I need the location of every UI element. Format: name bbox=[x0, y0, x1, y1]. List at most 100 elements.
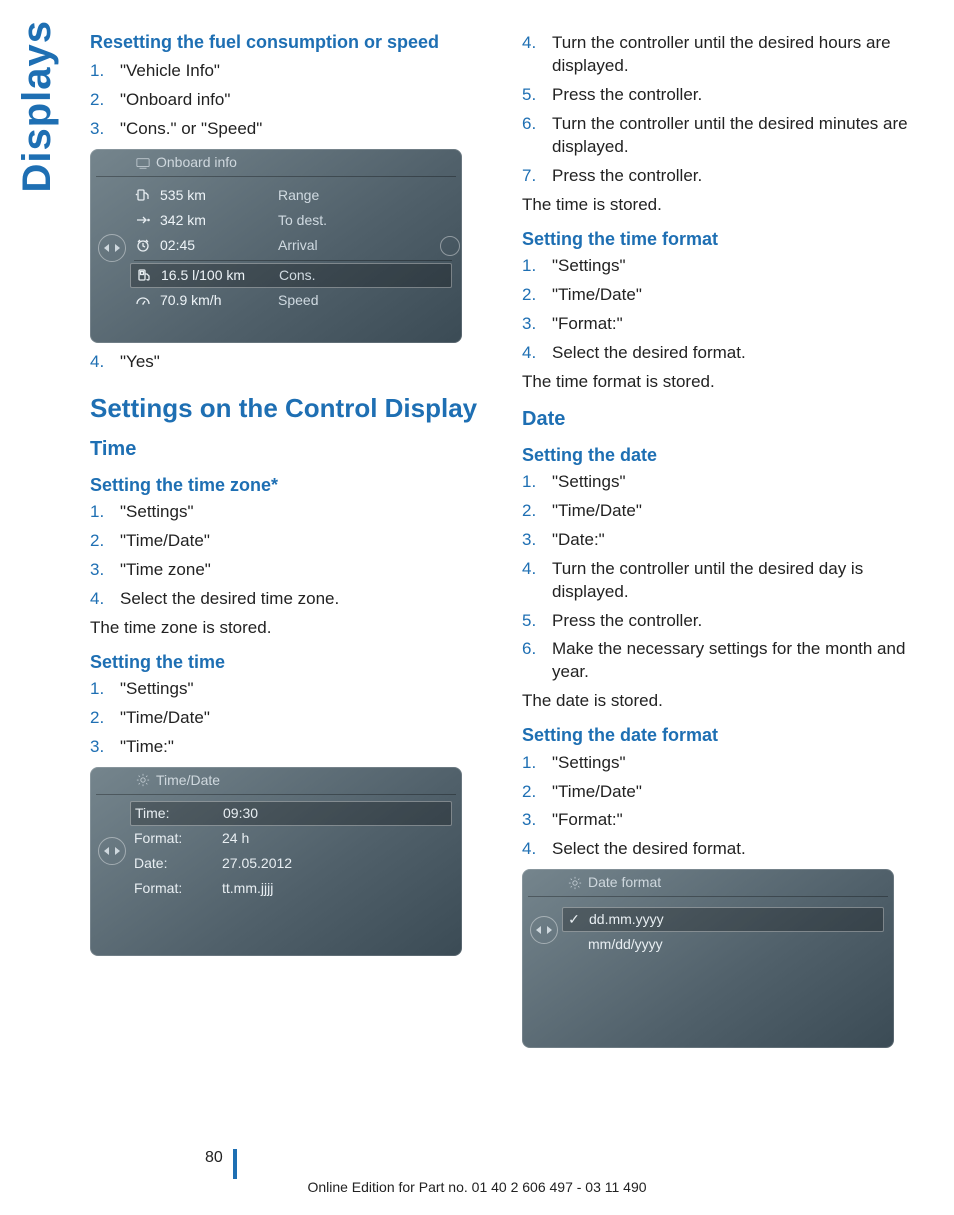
step-text: "Time/Date" bbox=[552, 284, 642, 307]
step-text: Turn the controller until the desired da… bbox=[552, 558, 924, 604]
onboard-label: Cons. bbox=[279, 266, 316, 285]
step-text: Press the controller. bbox=[552, 84, 702, 107]
onboard-label: Speed bbox=[278, 291, 318, 310]
heading-date: Date bbox=[522, 406, 924, 433]
onboard-row: 342 km To dest. bbox=[134, 208, 452, 233]
setting-time-continued-steps: 4.Turn the controller until the desired … bbox=[522, 32, 924, 188]
step-text: Select the desired time zone. bbox=[120, 588, 339, 611]
onboard-row: 16.5 l/100 km Cons. bbox=[130, 263, 452, 288]
step-text: "Time/Date" bbox=[552, 781, 642, 804]
dateformat-option: dd.mm.yyyy bbox=[589, 910, 664, 929]
check-icon: ✓ bbox=[567, 910, 581, 929]
onboard-row: 535 km Range bbox=[134, 183, 452, 208]
left-column: Resetting the fuel consumption or speed … bbox=[90, 30, 492, 1056]
onboard-title: Onboard info bbox=[156, 153, 237, 172]
step-text: "Settings" bbox=[552, 752, 626, 775]
timedate-value: tt.mm.jjjj bbox=[222, 879, 273, 898]
side-knob-icon bbox=[440, 236, 460, 256]
nav-arrows-icon bbox=[528, 903, 560, 957]
setting-date-steps: 1."Settings"2."Time/Date"3."Date:"4.Turn… bbox=[522, 471, 924, 685]
time-format-steps: 1."Settings"2."Time/Date"3."Format:"4.Se… bbox=[522, 255, 924, 365]
nav-arrows-icon bbox=[96, 801, 128, 901]
heading-setting-date: Setting the date bbox=[522, 443, 924, 467]
heading-time: Time bbox=[90, 436, 492, 463]
timedate-row: Format: tt.mm.jjjj bbox=[134, 876, 452, 901]
timedate-title: Time/Date bbox=[156, 771, 220, 790]
onboard-value: 16.5 l/100 km bbox=[161, 266, 271, 285]
step-text: "Format:" bbox=[552, 809, 623, 832]
step-text: Turn the controller until the desired mi… bbox=[552, 113, 924, 159]
step-text: "Settings" bbox=[552, 255, 626, 278]
reset-steps: 1."Vehicle Info"2."Onboard info"3."Cons.… bbox=[90, 60, 492, 141]
screenshot-date-format: Date format ✓ dd.mm.yyyy mm/dd/yyyy bbox=[522, 869, 894, 1048]
step-text: Press the controller. bbox=[552, 165, 702, 188]
timedate-row: Date: 27.05.2012 bbox=[134, 851, 452, 876]
setting-time-steps: 1."Settings"2."Time/Date"3."Time:" bbox=[90, 678, 492, 759]
date-stored: The date is stored. bbox=[522, 690, 924, 713]
onboard-value: 02:45 bbox=[160, 236, 270, 255]
side-section-label: Displays bbox=[10, 20, 64, 193]
heading-settings-control-display: Settings on the Control Display bbox=[90, 394, 492, 424]
screenshot-onboard-info: Onboard info 535 km Range 342 km To dest. 02… bbox=[90, 149, 462, 343]
onboard-label: To dest. bbox=[278, 211, 327, 230]
dateformat-row: mm/dd/yyyy bbox=[566, 932, 884, 957]
step-text: "Settings" bbox=[552, 471, 626, 494]
step-text: "Time/Date" bbox=[552, 500, 642, 523]
date-format-steps: 1."Settings"2."Time/Date"3."Format:"4.Se… bbox=[522, 752, 924, 862]
step-text: "Time/Date" bbox=[120, 530, 210, 553]
clock-icon bbox=[134, 237, 152, 253]
onboard-row: 02:45 Arrival bbox=[134, 233, 452, 258]
timedate-value: 27.05.2012 bbox=[222, 854, 292, 873]
tf-stored: The time format is stored. bbox=[522, 371, 924, 394]
step-text: Make the necessary settings for the mont… bbox=[552, 638, 924, 684]
gear-icon bbox=[568, 876, 582, 890]
right-column: 4.Turn the controller until the desired … bbox=[522, 30, 924, 1056]
step-text: "Settings" bbox=[120, 501, 194, 524]
onboard-value: 535 km bbox=[160, 186, 270, 205]
timedate-row: Format: 24 h bbox=[134, 826, 452, 851]
timedate-value: 09:30 bbox=[223, 804, 258, 823]
screenshot-time-date: Time/Date Time: 09:30 Format: 24 h Date: 27.0… bbox=[90, 767, 462, 956]
step-text: "Settings" bbox=[120, 678, 194, 701]
step-text: "Time:" bbox=[120, 736, 174, 759]
step-text: Select the desired format. bbox=[552, 838, 746, 861]
footer-text: Online Edition for Part no. 01 40 2 606 … bbox=[0, 1178, 954, 1197]
step-text: "Onboard info" bbox=[120, 89, 230, 112]
timedate-row: Time: 09:30 bbox=[130, 801, 452, 826]
step-text: "Yes" bbox=[120, 351, 160, 374]
onboard-value: 342 km bbox=[160, 211, 270, 230]
heading-reset: Resetting the fuel consumption or speed bbox=[90, 30, 492, 54]
step-text: Select the desired format. bbox=[552, 342, 746, 365]
heading-setting-time: Setting the time bbox=[90, 650, 492, 674]
onboard-label: Range bbox=[278, 186, 319, 205]
dateformat-row: ✓ dd.mm.yyyy bbox=[562, 907, 884, 932]
time-zone-steps: 1."Settings"2."Time/Date"3."Time zone"4.… bbox=[90, 501, 492, 611]
display-icon bbox=[136, 156, 150, 170]
dateformat-option: mm/dd/yyyy bbox=[588, 935, 663, 954]
onboard-value: 70.9 km/h bbox=[160, 291, 270, 310]
tz-stored: The time zone is stored. bbox=[90, 617, 492, 640]
step-text: "Cons." or "Speed" bbox=[120, 118, 262, 141]
time-stored: The time is stored. bbox=[522, 194, 924, 217]
heading-date-format: Setting the date format bbox=[522, 723, 924, 747]
dateformat-title: Date format bbox=[588, 873, 661, 892]
step-text: "Time zone" bbox=[120, 559, 211, 582]
timedate-label: Time: bbox=[135, 804, 215, 823]
fuel-range-icon bbox=[134, 187, 152, 203]
reset-step4: 4."Yes" bbox=[90, 351, 492, 374]
timedate-label: Format: bbox=[134, 829, 214, 848]
step-text: "Format:" bbox=[552, 313, 623, 336]
heading-time-format: Setting the time format bbox=[522, 227, 924, 251]
step-text: "Vehicle Info" bbox=[120, 60, 220, 83]
pump-icon bbox=[135, 267, 153, 283]
timedate-value: 24 h bbox=[222, 829, 249, 848]
timedate-label: Date: bbox=[134, 854, 214, 873]
step-text: "Time/Date" bbox=[120, 707, 210, 730]
gear-icon bbox=[136, 773, 150, 787]
timedate-label: Format: bbox=[134, 879, 214, 898]
step-text: "Date:" bbox=[552, 529, 605, 552]
onboard-label: Arrival bbox=[278, 236, 318, 255]
speed-icon bbox=[134, 292, 152, 308]
step-text: Press the controller. bbox=[552, 610, 702, 633]
step-text: Turn the controller until the desired ho… bbox=[552, 32, 924, 78]
